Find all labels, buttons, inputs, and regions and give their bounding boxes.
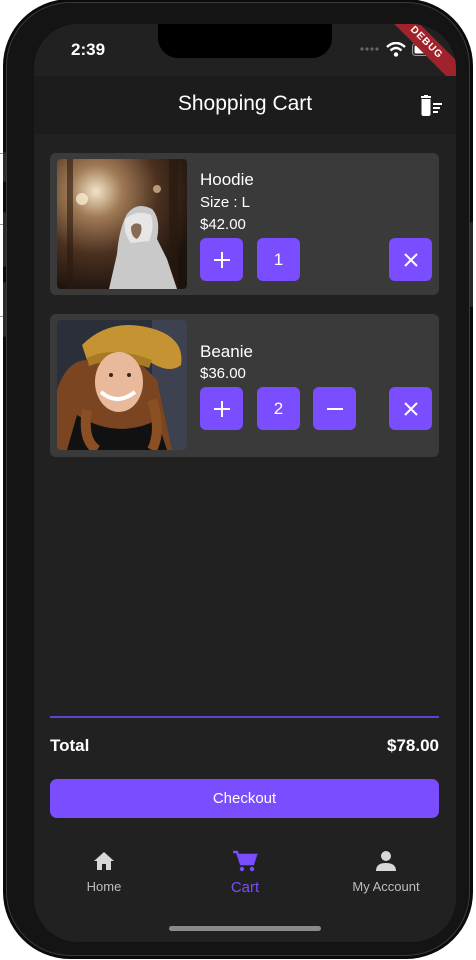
quantity-display: 1	[257, 238, 300, 281]
side-button	[3, 282, 6, 337]
quantity-display: 2	[257, 387, 300, 430]
screen: 2:39 DEBUG Shopping Cart Hoodie Size: L…	[34, 24, 456, 942]
item-name: Hoodie	[200, 170, 254, 189]
clear-cart-icon[interactable]	[419, 95, 443, 117]
item-price: $36.00	[200, 365, 246, 382]
item-name: Beanie	[200, 342, 253, 361]
close-icon	[403, 252, 418, 267]
signal-icon	[360, 47, 379, 51]
remove-item-button[interactable]	[389, 238, 432, 281]
status-time: 2:39	[71, 40, 106, 59]
phone-frame: 2:39 DEBUG Shopping Cart Hoodie Size: L…	[3, 2, 473, 956]
cart-icon	[233, 850, 258, 872]
total-label: Total	[50, 736, 90, 755]
checkout-button[interactable]: Checkout	[50, 779, 439, 818]
total-value: $78.00	[387, 736, 439, 755]
bottom-navigation: Home Cart My Account	[34, 842, 456, 912]
page-title: Shopping Cart	[177, 92, 313, 115]
nav-label: My Account	[352, 879, 420, 894]
nav-item-account[interactable]: My Account	[326, 850, 446, 894]
home-icon	[94, 852, 114, 870]
home-indicator	[169, 926, 321, 931]
cart-item-hoodie: Hoodie Size : L $42.00 1	[50, 153, 439, 295]
nav-item-cart[interactable]: Cart	[185, 850, 305, 896]
nav-label: Cart	[230, 879, 260, 896]
notch	[158, 24, 332, 58]
plus-icon	[213, 400, 230, 417]
plus-icon	[213, 251, 230, 268]
increase-quantity-button[interactable]	[200, 238, 243, 281]
nav-item-home[interactable]: Home	[44, 850, 164, 894]
nav-label: Home	[86, 879, 122, 894]
app-bar: Shopping Cart	[34, 76, 456, 134]
close-icon	[403, 401, 418, 416]
item-price: $42.00	[200, 216, 246, 233]
item-size: Size : L	[200, 194, 251, 211]
decrease-quantity-button[interactable]	[313, 387, 356, 430]
hoodie-image	[57, 159, 187, 289]
beanie-image	[57, 320, 187, 450]
minus-icon	[326, 407, 343, 410]
summary-divider	[50, 716, 439, 718]
cart-item-beanie: Beanie $36.00 2	[50, 314, 439, 457]
person-icon	[376, 851, 396, 871]
increase-quantity-button[interactable]	[200, 387, 243, 430]
side-button	[470, 222, 473, 307]
side-button	[3, 152, 6, 182]
wifi-icon	[386, 41, 406, 57]
remove-item-button[interactable]	[389, 387, 432, 430]
side-button	[3, 212, 6, 267]
